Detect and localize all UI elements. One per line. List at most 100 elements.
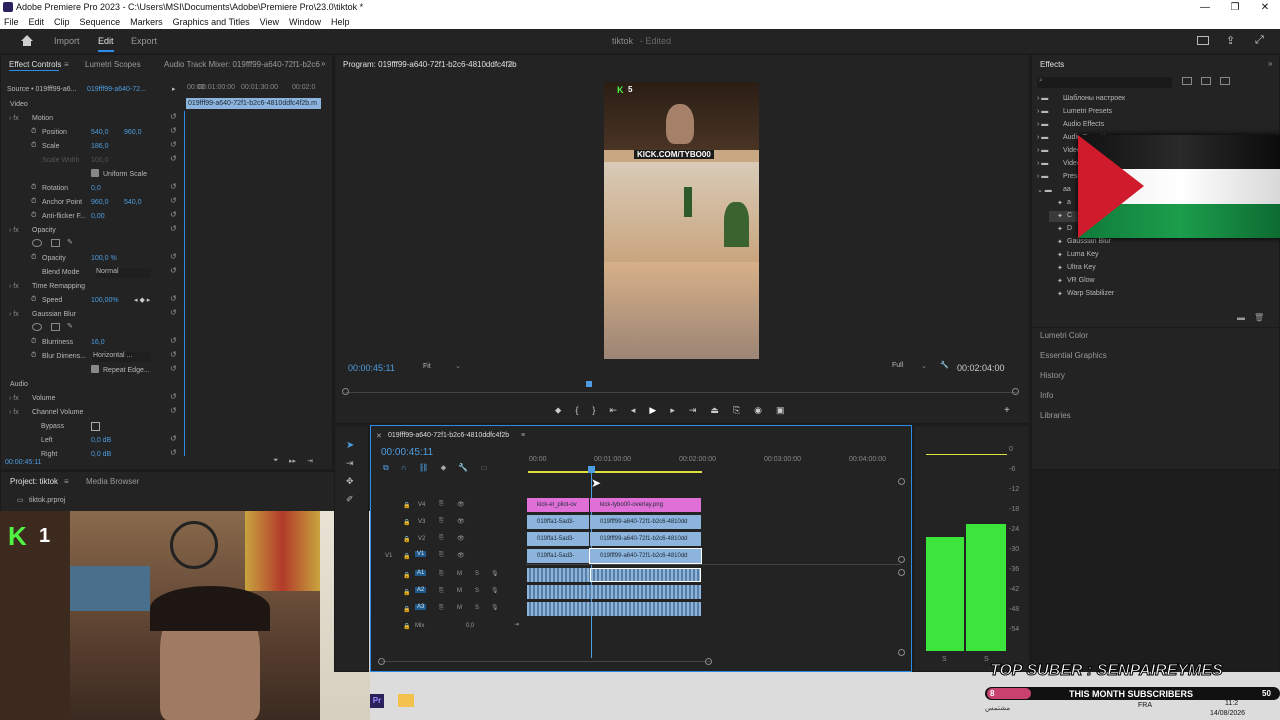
lock-icon[interactable]: 🔒 (403, 519, 410, 526)
reset-icon[interactable]: ↺ (170, 336, 177, 345)
horizontal-scrollbar[interactable] (381, 661, 711, 662)
maximize-button[interactable]: ❐ (1220, 0, 1250, 15)
panel-menu-icon[interactable]: ≡ (521, 432, 525, 439)
folder-audio-effects[interactable]: › ▬ (1037, 121, 1048, 128)
effects-search-input[interactable]: ⌕ (1037, 77, 1172, 88)
new-bin-icon[interactable]: ▬ (1237, 313, 1245, 322)
go-to-out-icon[interactable]: ⇥ (689, 405, 697, 416)
lift-icon[interactable]: ⏏ (710, 405, 719, 416)
menu-view[interactable]: View (260, 15, 279, 29)
stopwatch-icon[interactable]: ⏱ (31, 296, 36, 304)
reset-icon[interactable]: ↺ (170, 350, 177, 359)
tab-import[interactable]: Import (54, 36, 80, 46)
solo-left-button[interactable]: S (942, 656, 947, 663)
ripple-edit-tool-icon[interactable]: ✥ (346, 476, 354, 487)
zoom-handle-right[interactable] (1012, 388, 1019, 395)
stopwatch-icon[interactable]: ⏱ (31, 352, 36, 360)
close-button[interactable]: ✕ (1250, 0, 1280, 15)
reset-icon[interactable]: ↺ (170, 126, 177, 135)
mix-value[interactable]: 0,0 (466, 623, 474, 629)
reset-icon[interactable]: ↺ (170, 294, 177, 303)
workspaces-icon[interactable] (1197, 36, 1209, 45)
go-to-in-icon[interactable]: ⇤ (609, 405, 617, 416)
sync-icon[interactable]: ⎘ (439, 588, 444, 595)
accelerated-effects-icon[interactable] (1182, 77, 1192, 85)
reset-icon[interactable]: ↺ (170, 406, 177, 415)
export-frame-icon[interactable]: ◉ (754, 405, 762, 416)
stopwatch-icon[interactable]: ⏱ (31, 184, 36, 192)
selection-tool-icon[interactable]: ➤ (346, 440, 354, 451)
menu-edit[interactable]: Edit (29, 15, 45, 29)
sync-icon[interactable]: ⎘ (439, 501, 444, 508)
clip-v4-b[interactable]: kick-tybo00-overlay.png (590, 498, 701, 512)
filter-icon[interactable]: ⏷ (273, 457, 279, 465)
volume-fx-icon[interactable]: › fx (9, 395, 19, 402)
premiere-taskbar-icon[interactable]: Pr (370, 694, 384, 708)
ec-timecode[interactable]: 00:00:45:11 (5, 459, 41, 466)
home-icon[interactable] (20, 34, 34, 47)
folder-aa[interactable]: ⌄ ▬ (1037, 186, 1052, 194)
reset-icon[interactable]: ↺ (170, 182, 177, 191)
anchor-y-value[interactable]: 540,0 (124, 199, 142, 206)
menu-help[interactable]: Help (331, 15, 350, 29)
rect-mask-icon[interactable] (51, 239, 60, 247)
h-zoom-handle-right[interactable] (705, 658, 712, 665)
panel-menu-icon[interactable]: ≡ (508, 60, 513, 69)
lock-icon[interactable]: 🔒 (403, 502, 410, 509)
h-zoom-handle-left[interactable] (378, 658, 385, 665)
32bit-effects-icon[interactable] (1201, 77, 1211, 85)
effect-item[interactable]: ✦ (1057, 212, 1063, 220)
mic-icon[interactable]: 🎙 (491, 587, 499, 594)
rect-mask-icon[interactable] (51, 323, 60, 331)
blend-select[interactable]: Normal (96, 268, 151, 278)
stopwatch-icon[interactable]: ⏱ (31, 338, 36, 346)
motion-fx-icon[interactable]: › fx (9, 115, 19, 122)
stopwatch-icon[interactable]: ⏱ (31, 254, 36, 262)
source-patch-v1[interactable]: V1 (385, 553, 392, 559)
extract-icon[interactable]: ⎘ (733, 405, 740, 416)
step-back-icon[interactable]: ◂ (631, 405, 636, 416)
reset-icon[interactable]: ↺ (170, 210, 177, 219)
eye-icon[interactable]: 👁 (457, 501, 465, 508)
panel-menu-icon[interactable]: ≡ (64, 60, 69, 69)
opacity-value[interactable]: 100,0 % (91, 255, 117, 262)
effect-item[interactable]: ✦ (1057, 251, 1063, 259)
export-icon[interactable]: ⇥ (307, 457, 313, 465)
snap-icon[interactable]: ∩ (401, 463, 407, 473)
reset-icon[interactable]: ↺ (170, 140, 177, 149)
channel-fx-icon[interactable]: › fx (9, 409, 19, 416)
captions-icon[interactable]: ▭ (480, 463, 488, 473)
sync-icon[interactable]: ⎘ (439, 535, 444, 542)
opacity-fx-icon[interactable]: › fx (9, 227, 19, 234)
effect-item[interactable]: ✦ (1057, 225, 1063, 233)
clip-select[interactable]: 019fff99-a640-72... (87, 86, 146, 93)
panel-essential-graphics[interactable]: Essential Graphics (1040, 351, 1107, 360)
audio-clip-a3[interactable] (527, 602, 701, 616)
rotation-value[interactable]: 0,0 (91, 185, 101, 192)
tab-effect-controls[interactable]: Effect Controls (9, 60, 61, 69)
reset-icon[interactable]: ↺ (170, 266, 177, 275)
left-value[interactable]: 0,0 dB (91, 437, 111, 444)
explorer-taskbar-icon[interactable] (398, 694, 414, 707)
play-icon[interactable]: ▶ (649, 405, 656, 416)
chevron-down-icon[interactable]: ⌄ (455, 362, 461, 370)
sync-icon[interactable]: ⎘ (439, 518, 444, 525)
lock-icon[interactable]: 🔒 (403, 589, 410, 596)
effect-item[interactable]: ✦ (1057, 238, 1063, 246)
more-tabs-icon[interactable]: » (321, 59, 325, 68)
eye-icon[interactable]: 👁 (457, 518, 465, 525)
vertical-zoom-handle[interactable] (898, 649, 905, 656)
pen-mask-icon[interactable]: ✎ (67, 322, 73, 330)
folder-presets[interactable]: › ▬ (1037, 173, 1048, 180)
comparison-view-icon[interactable]: ▣ (776, 405, 785, 416)
sync-icon[interactable]: ⎘ (439, 571, 444, 578)
timeline-timecode[interactable]: 00:00:45:11 (381, 447, 433, 458)
scale-value[interactable]: 186,0 (91, 143, 109, 150)
uniform-scale-checkbox[interactable] (91, 169, 99, 177)
zoom-handle-left[interactable] (342, 388, 349, 395)
program-title[interactable]: Program: 019fff99-a640-72f1-b2c6-4810ddf… (343, 60, 517, 69)
right-value[interactable]: 0,0 dB (91, 451, 111, 458)
menu-window[interactable]: Window (289, 15, 321, 29)
stopwatch-icon[interactable]: ⏱ (31, 212, 36, 220)
lock-icon[interactable]: 🔒 (403, 572, 410, 579)
